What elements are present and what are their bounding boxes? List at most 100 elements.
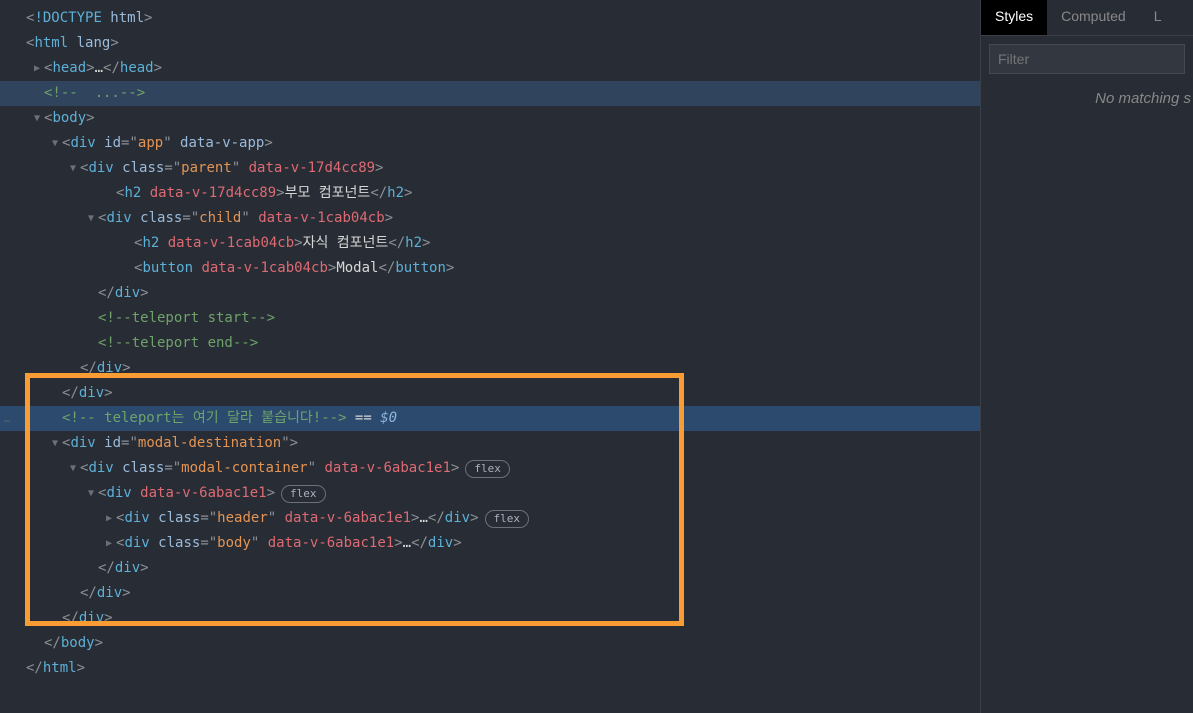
- code-token: >: [77, 656, 85, 681]
- dom-tree-line[interactable]: ▶<div class="body" data-v-6abac1e1>…</di…: [0, 531, 980, 556]
- dom-tree-line[interactable]: </div>: [0, 356, 980, 381]
- code-token: </: [44, 631, 61, 656]
- chevron-down-icon[interactable]: ▼: [70, 156, 80, 181]
- code-token: h2: [142, 231, 159, 256]
- chevron-down-icon[interactable]: ▼: [88, 481, 98, 506]
- dom-tree-line[interactable]: </div>: [0, 556, 980, 581]
- dom-tree-line[interactable]: <!-- ...-->: [0, 81, 980, 106]
- code-token: data-v-6abac1e1: [259, 531, 394, 556]
- dom-tree-line[interactable]: ▼<div class="parent" data-v-17d4cc89>: [0, 156, 980, 181]
- code-token: head: [120, 56, 154, 81]
- code-token: data-v-17d4cc89: [240, 156, 375, 181]
- code-token: >: [140, 556, 148, 581]
- dom-tree-line[interactable]: <!--teleport start-->: [0, 306, 980, 331]
- dom-tree-line[interactable]: <h2 data-v-17d4cc89>부모 컴포넌트</h2>: [0, 181, 980, 206]
- dom-tree-line[interactable]: </html>: [0, 656, 980, 681]
- code-token: ": [241, 206, 249, 231]
- code-token: >: [411, 506, 419, 531]
- code-token: </: [62, 606, 79, 631]
- filter-input[interactable]: [989, 44, 1185, 74]
- code-token: data-v-1cab04cb: [193, 256, 328, 281]
- code-token: body: [61, 631, 95, 656]
- code-token: >: [470, 506, 478, 531]
- code-token: div: [97, 581, 122, 606]
- code-token: =": [121, 431, 138, 456]
- styles-sidebar: Styles Computed L No matching s: [980, 0, 1193, 713]
- code-token: <: [62, 431, 70, 456]
- code-token: >: [446, 256, 454, 281]
- code-token: h2: [124, 181, 141, 206]
- code-token: …: [419, 506, 427, 531]
- dom-tree-line[interactable]: <!DOCTYPE html>: [0, 6, 980, 31]
- dom-tree-line[interactable]: ▼<div id="app" data-v-app>: [0, 131, 980, 156]
- code-token: >: [104, 381, 112, 406]
- filter-row: [981, 36, 1193, 82]
- code-token: body: [52, 106, 86, 131]
- chevron-right-icon[interactable]: ▶: [106, 531, 116, 556]
- dom-tree-line[interactable]: ▶<div class="header" data-v-6abac1e1>…</…: [0, 506, 980, 531]
- code-token: >: [422, 231, 430, 256]
- code-token: </: [62, 381, 79, 406]
- chevron-right-icon[interactable]: ▶: [106, 506, 116, 531]
- tab-computed[interactable]: Computed: [1047, 0, 1140, 35]
- dom-tree-line[interactable]: <button data-v-1cab04cb>Modal</button>: [0, 256, 980, 281]
- dom-tree-line[interactable]: …<!-- teleport는 여기 달라 붙습니다!--> == $0: [0, 406, 980, 431]
- dom-tree-line[interactable]: <h2 data-v-1cab04cb>자식 컴포넌트</h2>: [0, 231, 980, 256]
- dom-tree-line[interactable]: ▼<body>: [0, 106, 980, 131]
- code-token: data-v-17d4cc89: [141, 181, 276, 206]
- code-token: </: [26, 656, 43, 681]
- code-token: >: [264, 131, 272, 156]
- code-token: div: [115, 281, 140, 306]
- dom-tree-line[interactable]: ▼<div class="child" data-v-1cab04cb>: [0, 206, 980, 231]
- tab-overflow[interactable]: L: [1140, 0, 1176, 35]
- code-token: html: [110, 6, 144, 31]
- dom-tree-line[interactable]: ▶<head>…</head>: [0, 56, 980, 81]
- chevron-down-icon[interactable]: ▼: [70, 456, 80, 481]
- dom-tree-line[interactable]: </div>: [0, 281, 980, 306]
- dom-tree-line[interactable]: ▼<div data-v-6abac1e1>flex: [0, 481, 980, 506]
- code-token: data-v-6abac1e1: [276, 506, 411, 531]
- code-token: =": [182, 206, 199, 231]
- code-token: div: [115, 556, 140, 581]
- flex-badge[interactable]: flex: [485, 510, 530, 528]
- code-token: >: [276, 181, 284, 206]
- dom-tree-line[interactable]: </body>: [0, 631, 980, 656]
- code-token: >: [110, 31, 118, 56]
- dom-tree-line[interactable]: ▼<div id="modal-destination">: [0, 431, 980, 456]
- dom-tree-line[interactable]: </div>: [0, 581, 980, 606]
- code-token: <: [62, 131, 70, 156]
- chevron-right-icon[interactable]: ▶: [34, 56, 44, 81]
- dom-tree[interactable]: <!DOCTYPE html><html lang>▶<head>…</head…: [0, 0, 980, 687]
- code-token: html: [34, 31, 68, 56]
- code-token: <: [26, 6, 34, 31]
- code-token: ": [308, 456, 316, 481]
- code-token: =": [164, 156, 181, 181]
- dom-tree-line[interactable]: </div>: [0, 381, 980, 406]
- chevron-down-icon[interactable]: ▼: [52, 431, 62, 456]
- dom-tree-line[interactable]: </div>: [0, 606, 980, 631]
- code-token: app: [138, 131, 163, 156]
- code-token: div: [79, 606, 104, 631]
- dom-tree-line[interactable]: <html lang>: [0, 31, 980, 56]
- code-token: >: [95, 631, 103, 656]
- code-token: head: [52, 56, 86, 81]
- chevron-down-icon[interactable]: ▼: [52, 131, 62, 156]
- flex-badge[interactable]: flex: [281, 485, 326, 503]
- code-token: ==: [347, 406, 381, 431]
- code-token: >: [294, 231, 302, 256]
- gutter-marker: …: [0, 406, 14, 431]
- chevron-down-icon[interactable]: ▼: [88, 206, 98, 231]
- flex-badge[interactable]: flex: [465, 460, 510, 478]
- code-token: …: [403, 531, 411, 556]
- code-token: >: [290, 431, 298, 456]
- code-token: </: [80, 581, 97, 606]
- code-token: <!--teleport start-->: [98, 306, 275, 331]
- tab-styles[interactable]: Styles: [981, 0, 1047, 35]
- dom-tree-line[interactable]: ▼<div class="modal-container" data-v-6ab…: [0, 456, 980, 481]
- code-token: <: [134, 231, 142, 256]
- code-token: </: [428, 506, 445, 531]
- elements-panel[interactable]: <!DOCTYPE html><html lang>▶<head>…</head…: [0, 0, 980, 713]
- chevron-down-icon[interactable]: ▼: [34, 106, 44, 131]
- dom-tree-line[interactable]: <!--teleport end-->: [0, 331, 980, 356]
- code-token: button: [395, 256, 446, 281]
